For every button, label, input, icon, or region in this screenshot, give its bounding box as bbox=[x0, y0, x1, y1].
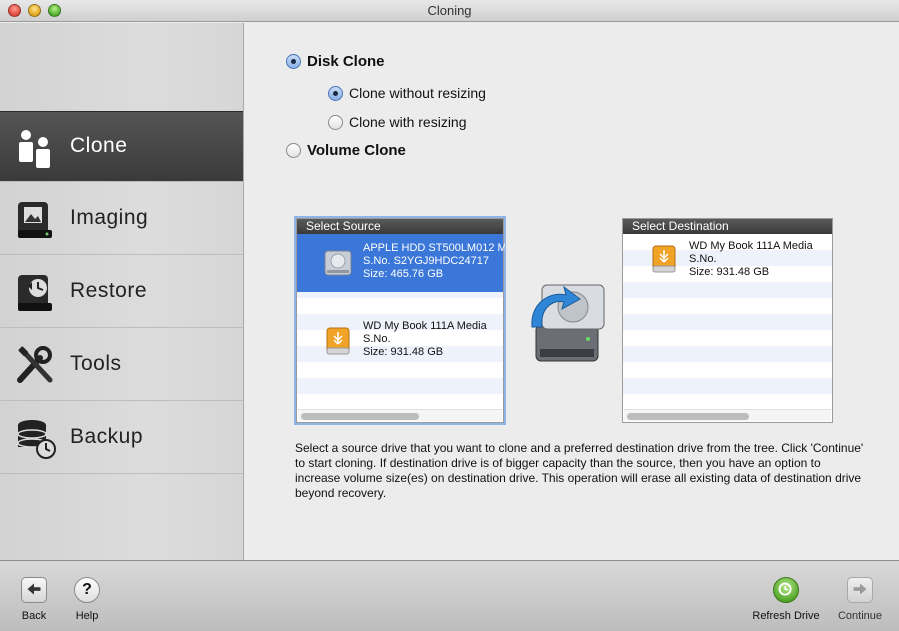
window-title: Cloning bbox=[427, 3, 472, 18]
tools-icon bbox=[17, 346, 53, 383]
sidebar-item-label: Restore bbox=[70, 279, 148, 302]
radio-button[interactable] bbox=[328, 85, 343, 101]
sidebar-item-backup[interactable]: Backup bbox=[0, 403, 243, 474]
destination-header: Select Destination bbox=[623, 219, 832, 234]
refresh-icon bbox=[773, 577, 799, 603]
scrollbar-thumb[interactable] bbox=[627, 413, 749, 420]
sidebar-item-imaging[interactable]: Imaging bbox=[0, 184, 243, 255]
clone-arrow-icon bbox=[531, 284, 605, 362]
drive-size: Size: 931.48 GB bbox=[689, 266, 770, 278]
destination-drive-item[interactable]: WD My Book 111A Media S.No. Size: 931.48… bbox=[623, 234, 832, 286]
title-bar: Cloning bbox=[0, 0, 899, 22]
continue-button[interactable]: Continue bbox=[836, 577, 884, 622]
drive-serial: S.No. bbox=[363, 333, 391, 345]
imaging-icon bbox=[18, 202, 52, 238]
main-panel: Disk Clone Clone without resizing Clone … bbox=[245, 23, 899, 560]
refresh-drive-label: Refresh Drive bbox=[752, 610, 820, 622]
horizontal-scrollbar[interactable] bbox=[624, 409, 831, 421]
restore-icon bbox=[18, 275, 52, 311]
drive-size: Size: 931.48 GB bbox=[363, 346, 444, 358]
clone-with-resizing-label: Clone with resizing bbox=[349, 114, 467, 130]
sidebar: Clone Imaging Restore Tools Backup bbox=[0, 23, 244, 560]
help-icon: ? bbox=[74, 577, 100, 603]
destination-rows: WD My Book 111A Media S.No. Size: 931.48… bbox=[623, 234, 832, 422]
hard-drive-icon bbox=[324, 250, 352, 276]
drive-serial: S.No. S2YGJ9HDC24717 bbox=[363, 255, 489, 267]
source-drive-list[interactable]: Select Source APPLE HDD ST500LM012 M S.N… bbox=[296, 218, 505, 423]
drive-serial: S.No. bbox=[689, 253, 717, 265]
usb-drive-icon bbox=[652, 245, 676, 273]
disk-clone-label: Disk Clone bbox=[307, 53, 385, 70]
help-button[interactable]: ? Help bbox=[73, 577, 101, 622]
sidebar-item-label: Clone bbox=[70, 134, 128, 157]
radio-button[interactable] bbox=[328, 114, 343, 130]
help-label: Help bbox=[75, 610, 99, 622]
source-rows: APPLE HDD ST500LM012 M S.No. S2YGJ9HDC24… bbox=[297, 234, 505, 422]
forward-arrow-icon bbox=[847, 577, 873, 603]
bottom-toolbar: Back ? Help Refresh Drive Continue bbox=[0, 560, 899, 631]
sidebar-item-label: Tools bbox=[70, 352, 122, 375]
clone-with-resizing-radio[interactable]: Clone with resizing bbox=[328, 114, 467, 130]
sidebar-item-restore[interactable]: Restore bbox=[0, 257, 243, 328]
sidebar-item-clone[interactable]: Clone bbox=[0, 111, 243, 182]
clone-without-resizing-radio[interactable]: Clone without resizing bbox=[328, 85, 486, 101]
radio-button[interactable] bbox=[286, 143, 301, 158]
destination-drive-list[interactable]: Select Destination WD My Book 111A Media… bbox=[622, 218, 833, 423]
sidebar-item-label: Imaging bbox=[70, 206, 149, 229]
disk-clone-radio[interactable]: Disk Clone bbox=[286, 53, 385, 70]
volume-clone-radio[interactable]: Volume Clone bbox=[286, 142, 406, 159]
continue-label: Continue bbox=[837, 610, 883, 622]
usb-drive-icon bbox=[326, 327, 350, 355]
horizontal-scrollbar[interactable] bbox=[298, 409, 502, 421]
backup-icon bbox=[17, 420, 56, 459]
source-header: Select Source bbox=[297, 219, 503, 234]
back-button[interactable]: Back bbox=[20, 577, 48, 622]
back-arrow-icon bbox=[21, 577, 47, 603]
sidebar-item-tools[interactable]: Tools bbox=[0, 330, 243, 401]
source-drive-item[interactable]: APPLE HDD ST500LM012 M S.No. S2YGJ9HDC24… bbox=[297, 234, 505, 292]
drive-name: WD My Book 111A Media bbox=[363, 320, 487, 332]
drive-size: Size: 465.76 GB bbox=[363, 268, 444, 280]
source-drive-item[interactable]: WD My Book 111A Media S.No. Size: 931.48… bbox=[297, 312, 503, 370]
drive-name: APPLE HDD ST500LM012 M bbox=[363, 242, 505, 254]
scrollbar-thumb[interactable] bbox=[301, 413, 419, 420]
clone-icon bbox=[19, 130, 50, 168]
drive-name: WD My Book 111A Media bbox=[689, 240, 813, 252]
sidebar-item-label: Backup bbox=[70, 425, 144, 448]
radio-button[interactable] bbox=[286, 54, 301, 69]
back-label: Back bbox=[21, 610, 47, 622]
clone-without-resizing-label: Clone without resizing bbox=[349, 85, 486, 101]
instructions-text: Select a source drive that you want to c… bbox=[295, 441, 864, 500]
refresh-drive-button[interactable]: Refresh Drive bbox=[752, 577, 820, 622]
volume-clone-label: Volume Clone bbox=[307, 142, 406, 159]
